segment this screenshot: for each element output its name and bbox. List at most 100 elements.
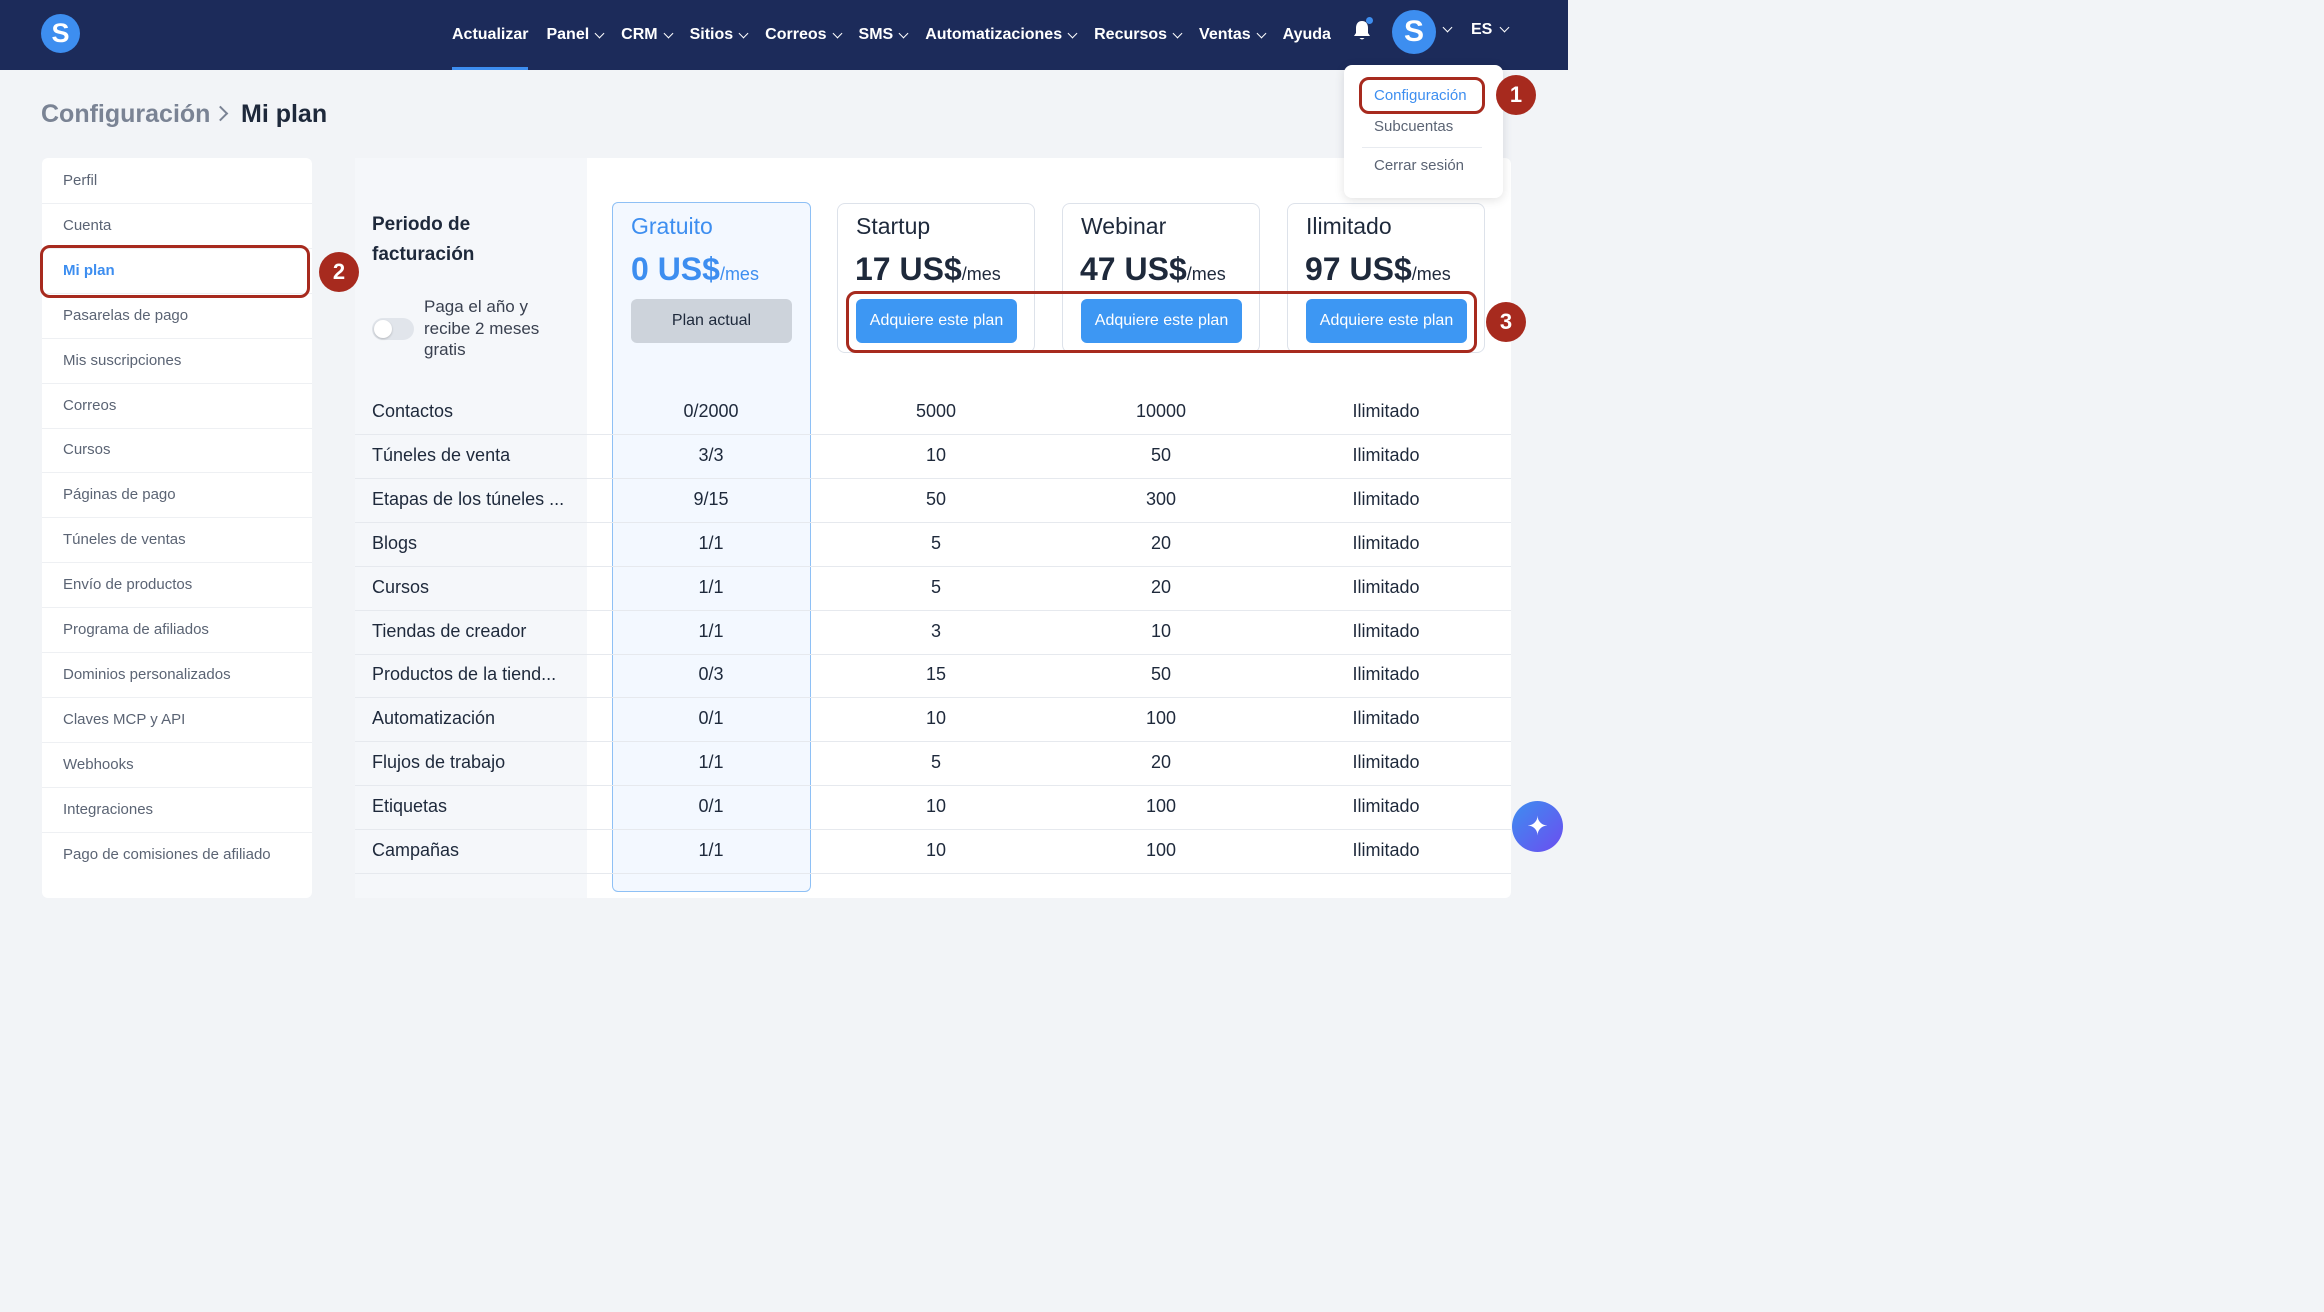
feature-value: 0/3 [698, 664, 724, 685]
feature-label: Tiendas de creador [372, 620, 527, 641]
feature-value: 50 [925, 488, 947, 509]
feature-value: 5 [930, 576, 941, 597]
sidebar-divider [42, 337, 312, 339]
nav-item-recursos[interactable]: Recursos [1094, 0, 1183, 70]
nav-item-crm[interactable]: CRM [621, 0, 674, 70]
chevron-down-icon [1172, 28, 1183, 38]
plan-price-period: /mes [961, 264, 1001, 284]
sidebar-item-9[interactable]: Túneles de ventas [63, 531, 186, 548]
sidebar-item-16[interactable]: Pago de comisiones de afiliado [63, 846, 271, 863]
chevron-down-icon[interactable] [1442, 22, 1453, 33]
main-nav: Actualizar Panel CRM Sitios Correos SMS Automa… [452, 0, 1349, 70]
top-navbar: S Actualizar Panel CRM Sitios Correos SMS Auto… [0, 0, 1568, 70]
nav-item-ventas[interactable]: Ventas [1199, 0, 1267, 70]
annual-billing-toggle[interactable] [372, 318, 414, 340]
sidebar-item-2[interactable]: Cuenta [63, 217, 111, 234]
feature-value: Ilimitado [1352, 576, 1420, 597]
nav-item-automatizaciones[interactable]: Automatizaciones [925, 0, 1078, 70]
plan-price-amount: 97 US$ [1305, 251, 1412, 287]
dropdown-item-subcuentas[interactable]: Subcuentas [1374, 118, 1453, 135]
nav-item-panel[interactable]: Panel [546, 0, 605, 70]
billing-period-title: Periodo de facturación [372, 214, 475, 265]
row-divider [355, 829, 1511, 831]
nav-item-label: Sitios [689, 26, 734, 43]
feature-value: 5000 [915, 401, 957, 421]
sidebar-item-11[interactable]: Programa de afiliados [63, 621, 209, 638]
feature-value: 10 [925, 796, 947, 817]
feature-label: Blogs [372, 532, 418, 553]
feature-value: 1/1 [698, 752, 724, 773]
annotation-highlight [846, 291, 1477, 353]
feature-value: 1/1 [698, 620, 724, 641]
feature-label: Productos de la tiend... [372, 664, 557, 685]
sidebar-item-1[interactable]: Perfil [63, 172, 97, 189]
sidebar-item-12[interactable]: Dominios personalizados [63, 666, 231, 683]
nav-item-ayuda[interactable]: Ayuda [1283, 0, 1331, 70]
sidebar-item-13[interactable]: Claves MCP y API [63, 711, 185, 728]
sidebar-divider [42, 472, 312, 474]
dropdown-divider [1362, 147, 1482, 148]
feature-label: Contactos [372, 401, 454, 421]
sidebar-item-8[interactable]: Páginas de pago [63, 486, 176, 503]
sparkles-icon[interactable]: ✦ [1512, 801, 1563, 852]
feature-value: Ilimitado [1352, 796, 1420, 817]
chevron-down-icon[interactable] [1499, 22, 1510, 33]
sidebar-divider [42, 382, 312, 384]
feature-label: Campañas [372, 840, 460, 860]
nav-item-correos[interactable]: Correos [765, 0, 842, 70]
row-divider [355, 609, 1511, 611]
feature-label: Etapas de los túneles ... [372, 488, 565, 509]
nav-item-label: Actualizar [452, 26, 529, 43]
feature-value: 50 [1150, 664, 1172, 685]
sidebar-divider [42, 427, 312, 429]
plan-name: Startup [856, 213, 931, 239]
feature-value: 300 [1145, 488, 1177, 509]
sidebar-divider [42, 741, 312, 743]
nav-item-actualizar[interactable]: Actualizar [452, 0, 529, 70]
nav-item-sms[interactable]: SMS [858, 0, 909, 70]
nav-item-label: Recursos [1094, 26, 1168, 43]
plan-price-amount: 0 US$ [631, 251, 720, 287]
app-logo[interactable]: S [41, 14, 80, 53]
plan-price-period: /mes [719, 264, 759, 284]
breadcrumb-parent[interactable]: Configuración [41, 100, 210, 129]
chevron-down-icon [738, 28, 749, 38]
feature-label: Etiquetas [372, 796, 448, 817]
row-divider [355, 477, 1511, 479]
row-divider [355, 653, 1511, 655]
feature-value: 50 [1150, 444, 1172, 465]
row-divider [355, 697, 1511, 699]
feature-value: Ilimitado [1352, 840, 1420, 860]
chevron-right-icon [212, 105, 229, 122]
language-selector[interactable]: ES [1471, 21, 1492, 39]
sidebar-item-4[interactable]: Pasarelas de pago [63, 307, 188, 324]
dropdown-item-cerrar-sesion[interactable]: Cerrar sesión [1374, 157, 1464, 174]
sidebar-item-7[interactable]: Cursos [63, 441, 111, 458]
plan-price-period: /mes [1186, 264, 1226, 284]
feature-value: 5 [930, 752, 941, 773]
feature-value: 15 [925, 664, 947, 685]
row-divider [355, 873, 1511, 874]
sidebar-divider [42, 696, 312, 698]
feature-value: 0/2000 [683, 401, 739, 421]
sidebar-divider [42, 562, 312, 564]
row-divider [355, 521, 1511, 523]
feature-value: 10 [1150, 620, 1172, 641]
plan-name: Gratuito [631, 213, 713, 239]
sidebar-item-5[interactable]: Mis suscripciones [63, 352, 181, 369]
sidebar-item-14[interactable]: Webhooks [63, 756, 134, 773]
chevron-down-icon [832, 28, 842, 38]
chevron-down-icon [663, 28, 674, 38]
feature-value: 0/1 [698, 796, 724, 817]
sidebar-item-6[interactable]: Correos [63, 397, 116, 414]
nav-item-sitios[interactable]: Sitios [689, 0, 749, 70]
sidebar-item-15[interactable]: Integraciones [63, 801, 153, 818]
annotation-badge: 3 [1486, 302, 1526, 342]
nav-item-label: SMS [858, 26, 894, 43]
user-avatar[interactable]: S [1392, 10, 1436, 54]
plan-price-amount: 17 US$ [855, 251, 962, 287]
current-plan-button[interactable]: Plan actual [631, 299, 792, 343]
chevron-down-icon [1256, 28, 1267, 38]
sidebar-item-10[interactable]: Envío de productos [63, 576, 192, 593]
feature-value: Ilimitado [1352, 401, 1420, 421]
